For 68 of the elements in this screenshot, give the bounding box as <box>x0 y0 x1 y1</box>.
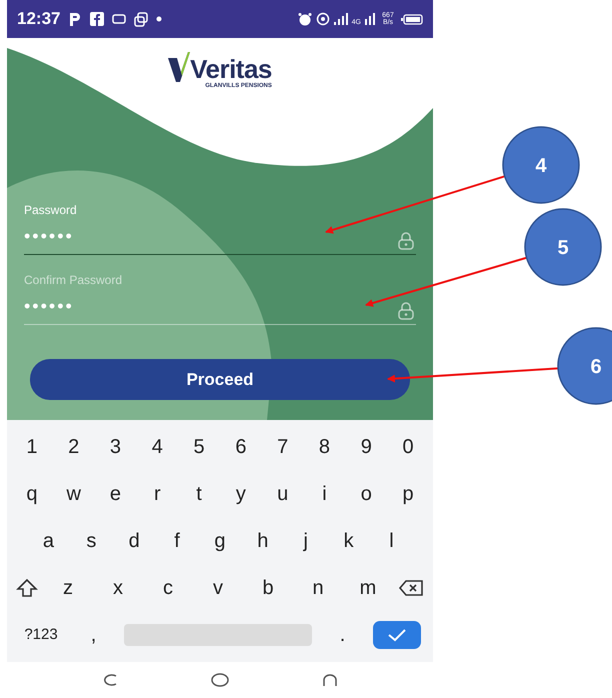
back-icon[interactable] <box>321 673 340 687</box>
dot-icon <box>156 16 162 22</box>
keyboard-key[interactable]: g <box>200 524 240 557</box>
symbols-key[interactable]: ?123 <box>19 622 63 648</box>
keyboard-key[interactable]: s <box>71 524 112 557</box>
signal-icon <box>365 13 375 25</box>
keyboard-key[interactable]: 0 <box>388 431 428 464</box>
field-label: Confirm Password <box>24 272 122 289</box>
keyboard-key[interactable]: k <box>328 524 369 557</box>
shift-icon[interactable] <box>16 578 38 598</box>
keyboard-key[interactable]: h <box>242 524 283 557</box>
logo-text: Veritas <box>190 56 272 82</box>
hotspot-icon <box>316 12 330 26</box>
callout-number: 5 <box>557 237 569 259</box>
keyboard-key[interactable]: a <box>28 524 68 557</box>
period-key[interactable]: . <box>322 618 362 651</box>
keyboard-key[interactable]: d <box>114 524 154 557</box>
keyboard-key[interactable]: 8 <box>304 431 344 464</box>
keyboard-key[interactable]: p <box>388 478 428 510</box>
field-label: Password <box>24 202 77 219</box>
keyboard-key[interactable]: 5 <box>179 431 220 464</box>
keyboard-key[interactable]: l <box>371 524 412 557</box>
keyboard-key[interactable]: f <box>157 524 198 557</box>
keyboard-key[interactable]: 1 <box>12 431 52 464</box>
field-value: •••••• <box>24 297 74 315</box>
keyboard-key[interactable]: 2 <box>54 431 94 464</box>
enter-key[interactable] <box>373 620 421 649</box>
keyboard-key[interactable]: j <box>286 524 326 557</box>
logo-icon <box>168 52 190 82</box>
message-icon <box>112 14 126 24</box>
alarm-icon <box>298 12 312 26</box>
battery-icon <box>401 14 423 24</box>
keyboard-key[interactable]: 7 <box>262 431 303 464</box>
keyboard-key[interactable]: r <box>137 478 178 510</box>
keyboard-key[interactable]: c <box>148 572 188 604</box>
keyboard-key[interactable]: b <box>248 572 288 604</box>
callout-number: 6 <box>590 356 602 378</box>
callout-number: 4 <box>535 155 547 177</box>
keyboard-key[interactable]: u <box>262 478 303 510</box>
copy-icon <box>134 12 148 26</box>
keyboard-key[interactable]: o <box>346 478 386 510</box>
keyboard-key[interactable]: 4 <box>137 431 178 464</box>
signal-icon <box>334 13 348 25</box>
keyboard-key[interactable]: m <box>348 572 388 604</box>
lock-icon <box>396 302 416 320</box>
keyboard-key[interactable]: n <box>298 572 338 604</box>
keyboard-key[interactable]: q <box>12 478 52 510</box>
facebook-icon <box>90 12 104 26</box>
keyboard-key[interactable]: v <box>198 572 238 604</box>
home-icon[interactable] <box>210 672 230 688</box>
backspace-icon[interactable] <box>398 578 424 597</box>
keyboard-key[interactable]: 6 <box>220 431 261 464</box>
keyboard-key[interactable]: x <box>98 572 138 604</box>
parking-icon <box>68 12 82 26</box>
check-icon <box>387 628 407 642</box>
proceed-button[interactable]: Proceed <box>30 359 410 400</box>
field-value: •••••• <box>24 227 74 245</box>
keyboard-key[interactable]: t <box>179 478 220 510</box>
keyboard-key[interactable]: w <box>54 478 94 510</box>
comma-key[interactable]: , <box>74 618 114 651</box>
keyboard-key[interactable]: y <box>220 478 261 510</box>
status-time: 12:37 <box>17 8 60 30</box>
keyboard-key[interactable]: z <box>48 572 88 604</box>
keyboard-key[interactable]: e <box>95 478 136 510</box>
keyboard-key[interactable]: i <box>304 478 344 510</box>
keyboard-key[interactable]: 3 <box>95 431 136 464</box>
keyboard-key[interactable]: 9 <box>346 431 386 464</box>
lock-icon <box>396 232 416 250</box>
